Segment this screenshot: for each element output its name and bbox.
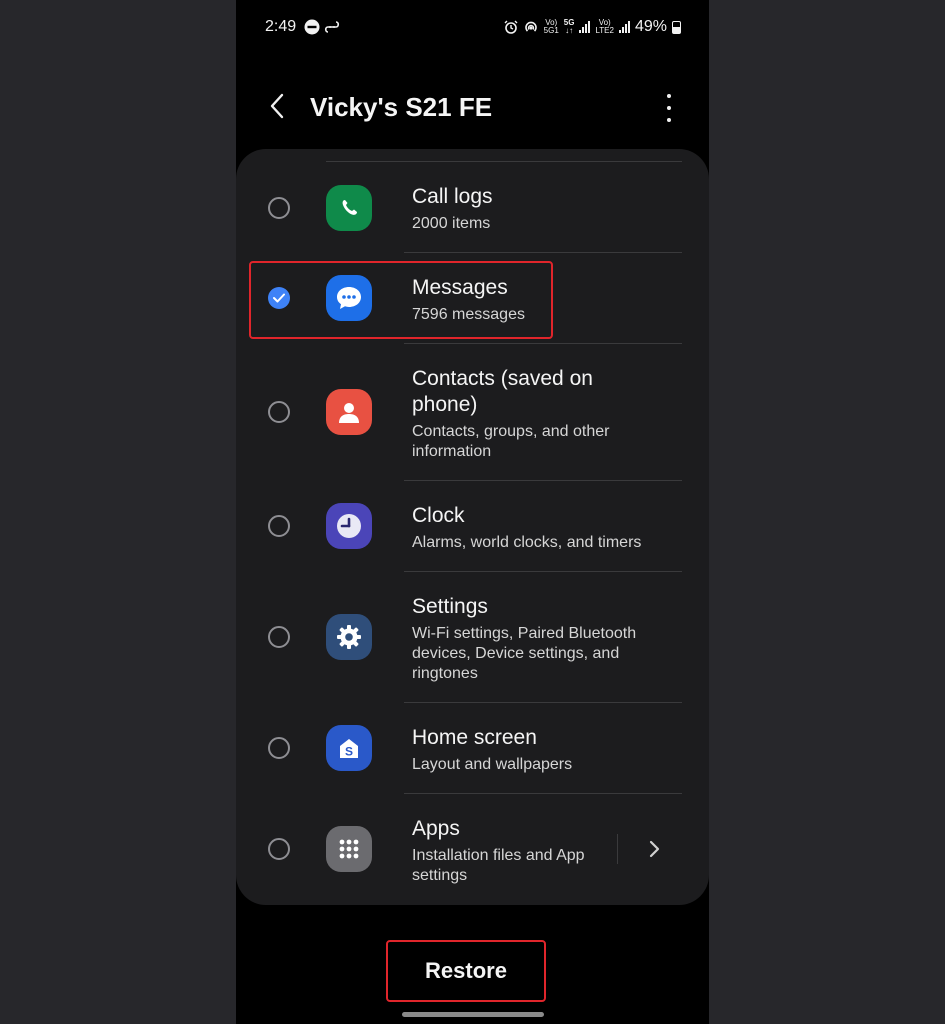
item-title: Settings bbox=[412, 595, 488, 618]
person-icon bbox=[326, 389, 372, 435]
phone-screen: 2:49 Vo) 5G1 5G ↓↑ Vo) LTE2 49% Vicky's S21… bbox=[236, 0, 709, 1024]
chevron-right-icon bbox=[649, 840, 660, 858]
clock-checkbox[interactable] bbox=[268, 515, 290, 537]
signal-icon bbox=[579, 21, 591, 33]
gear-icon bbox=[326, 614, 372, 660]
list-item-clock[interactable]: Clock Alarms, world clocks, and timers bbox=[236, 481, 709, 572]
list-item-settings[interactable]: Settings Wi-Fi settings, Paired Bluetoot… bbox=[236, 572, 709, 703]
restore-highlight-box bbox=[386, 940, 546, 1002]
do-not-disturb-icon bbox=[304, 19, 320, 35]
status-bar: 2:49 Vo) 5G1 5G ↓↑ Vo) LTE2 49% bbox=[236, 0, 709, 56]
home-s-icon: S bbox=[326, 725, 372, 771]
link-icon bbox=[324, 21, 340, 33]
5g-label: 5G ↓↑ bbox=[563, 18, 575, 35]
list-item-apps[interactable]: Apps Installation files and App settings bbox=[236, 794, 709, 905]
call-logs-checkbox[interactable] bbox=[268, 197, 290, 219]
app-bar: Vicky's S21 FE bbox=[236, 80, 709, 136]
settings-checkbox[interactable] bbox=[268, 626, 290, 648]
page-title: Vicky's S21 FE bbox=[310, 92, 493, 122]
contacts-checkbox[interactable] bbox=[268, 401, 290, 423]
clock-icon bbox=[326, 503, 372, 549]
divider bbox=[326, 161, 682, 162]
gesture-nav-bar[interactable] bbox=[402, 1012, 544, 1017]
sim1-network-label: Vo) 5G1 bbox=[543, 18, 559, 35]
item-title: Call logs bbox=[412, 185, 493, 208]
apps-checkbox[interactable] bbox=[268, 838, 290, 860]
item-subtitle: Layout and wallpapers bbox=[412, 756, 573, 773]
battery-percent: 49% bbox=[634, 18, 667, 35]
more-options-button[interactable] bbox=[659, 94, 679, 122]
svg-text:S: S bbox=[345, 745, 353, 759]
hotspot-icon bbox=[524, 21, 537, 32]
sim2-network-label: Vo) LTE2 bbox=[595, 18, 614, 35]
item-subtitle: Wi-Fi settings, Paired Bluetooth devices… bbox=[412, 625, 637, 682]
item-title: Apps bbox=[412, 817, 460, 840]
battery-icon bbox=[672, 20, 681, 34]
list-item-home-screen[interactable]: S Home screen Layout and wallpapers bbox=[236, 703, 709, 794]
item-subtitle: Contacts, groups, and other information bbox=[412, 423, 610, 460]
list-item-call-logs[interactable]: Call logs 2000 items bbox=[236, 163, 709, 253]
apps-grid-icon bbox=[326, 826, 372, 872]
item-subtitle: Installation files and App settings bbox=[412, 847, 585, 884]
item-subtitle: Alarms, world clocks, and timers bbox=[412, 534, 642, 551]
home-screen-checkbox[interactable] bbox=[268, 737, 290, 759]
phone-icon bbox=[326, 185, 372, 231]
apps-details-button[interactable] bbox=[644, 837, 664, 861]
messages-highlight-box bbox=[249, 261, 553, 339]
list-item-contacts[interactable]: Contacts (saved on phone) Contacts, grou… bbox=[236, 344, 709, 479]
back-arrow-icon bbox=[270, 93, 284, 119]
alarm-icon bbox=[504, 20, 518, 34]
item-subtitle: 2000 items bbox=[412, 215, 491, 232]
item-title: Clock bbox=[412, 504, 465, 527]
vertical-divider bbox=[617, 834, 618, 864]
status-time: 2:49 bbox=[265, 18, 297, 35]
back-button[interactable] bbox=[258, 86, 298, 126]
item-title: Home screen bbox=[412, 726, 537, 749]
signal2-icon bbox=[618, 21, 630, 33]
item-title: Contacts (saved on phone) bbox=[412, 367, 593, 416]
